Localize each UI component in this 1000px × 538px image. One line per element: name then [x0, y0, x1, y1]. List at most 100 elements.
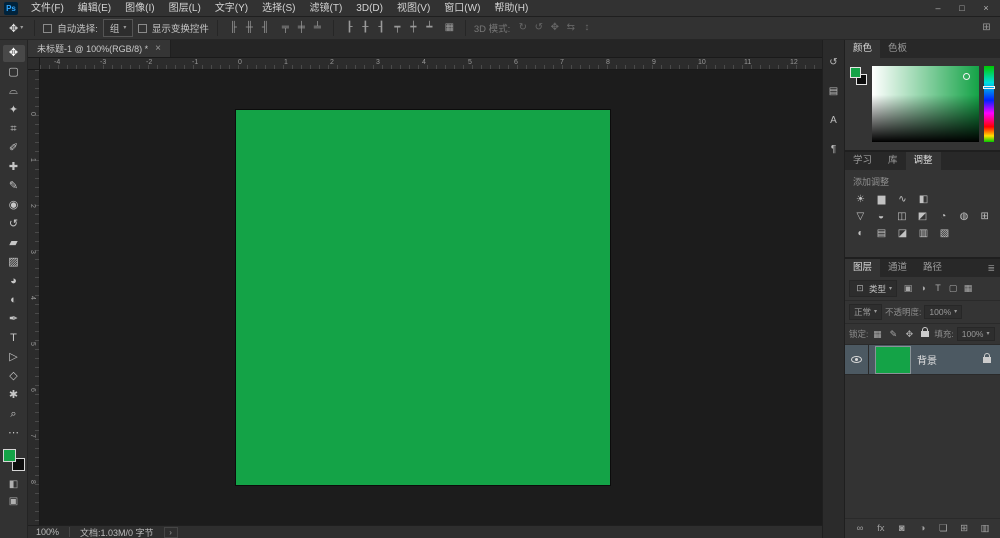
auto-select-dropdown[interactable]: 组 ▾ — [103, 19, 133, 37]
canvas-viewport[interactable] — [40, 70, 822, 525]
align-right-edges-icon[interactable]: ╢ — [258, 20, 273, 36]
tab-adjustments[interactable]: 调整 — [906, 152, 941, 170]
gradient-tool[interactable]: ▨ — [3, 254, 25, 271]
menu-image[interactable]: 图像(I) — [118, 0, 161, 17]
levels-icon[interactable]: ▆ — [874, 193, 889, 206]
dodge-tool[interactable]: ◐ — [3, 292, 25, 309]
align-bottom-edges-icon[interactable]: ╧ — [310, 20, 325, 36]
healing-brush-tool[interactable]: ✚ — [3, 159, 25, 176]
lasso-tool[interactable]: ⌓ — [3, 83, 25, 100]
delete-layer-icon[interactable]: ▥ — [979, 522, 991, 535]
clone-stamp-tool[interactable]: ◉ — [3, 197, 25, 214]
menu-file[interactable]: 文件(F) — [24, 0, 71, 17]
auto-align-icon[interactable]: ▦ — [442, 20, 457, 36]
menu-window[interactable]: 窗口(W) — [437, 0, 487, 17]
channel-mixer-icon[interactable]: ◍ — [957, 210, 972, 223]
exposure-icon[interactable]: ◧ — [916, 193, 931, 206]
quick-select-tool[interactable]: ✦ — [3, 102, 25, 119]
paragraph-panel-icon[interactable]: ¶ — [825, 141, 842, 157]
status-expand-button[interactable]: › — [164, 527, 178, 538]
color-balance-icon[interactable]: ◫ — [894, 210, 909, 223]
quick-mask-icon[interactable]: ◧ — [3, 476, 25, 493]
visibility-toggle[interactable] — [845, 345, 869, 374]
canvas-image[interactable] — [236, 110, 610, 485]
hue-saturation-icon[interactable]: ◒ — [874, 210, 889, 223]
close-icon[interactable]: × — [155, 43, 161, 54]
brightness-contrast-icon[interactable]: ☀ — [853, 193, 868, 206]
blend-mode-select[interactable]: 正常 ▾ — [849, 304, 882, 320]
layer-effects-icon[interactable]: fx — [875, 522, 887, 535]
new-layer-icon[interactable]: ⊞ — [958, 522, 970, 535]
ruler-corner[interactable] — [28, 58, 40, 70]
tool-preset-picker[interactable]: ✥ ▾ — [6, 21, 26, 36]
hue-slider[interactable] — [984, 66, 994, 142]
move-tool[interactable]: ✥ — [3, 45, 25, 62]
distribute-right-icon[interactable]: ┨ — [374, 20, 389, 36]
menu-type[interactable]: 文字(Y) — [208, 0, 255, 17]
shape-tool[interactable]: ◇ — [3, 368, 25, 385]
zoom-tool[interactable]: ⌕ — [3, 406, 25, 423]
align-top-edges-icon[interactable]: ╤ — [278, 20, 293, 36]
edit-toolbar-icon[interactable]: ⋯ — [3, 425, 25, 442]
lock-all-icon[interactable] — [921, 331, 929, 337]
tab-color[interactable]: 颜色 — [845, 40, 880, 58]
foreground-swatch[interactable] — [3, 449, 16, 462]
blur-tool[interactable]: ◕ — [3, 273, 25, 290]
invert-icon[interactable]: ◐ — [853, 227, 868, 240]
show-transform-checkbox[interactable] — [138, 24, 147, 33]
vertical-ruler[interactable]: 0123456789 — [28, 70, 40, 525]
layer-thumbnail[interactable] — [876, 347, 910, 373]
tab-layers[interactable]: 图层 — [845, 259, 880, 277]
filter-type-layers-icon[interactable]: T — [932, 282, 944, 295]
threshold-icon[interactable]: ◪ — [895, 227, 910, 240]
photo-filter-icon[interactable]: ◔ — [936, 210, 951, 223]
menu-filter[interactable]: 滤镜(T) — [303, 0, 350, 17]
crop-tool[interactable]: ⌗ — [3, 121, 25, 138]
layer-name[interactable]: 背景 — [917, 352, 981, 367]
tab-libraries[interactable]: 库 — [880, 152, 906, 170]
minimize-button[interactable]: – — [932, 3, 944, 13]
marquee-tool[interactable]: ▢ — [3, 64, 25, 81]
3d-roll-icon[interactable]: ↺ — [531, 20, 546, 36]
3d-pan-icon[interactable]: ✥ — [547, 20, 562, 36]
menu-select[interactable]: 选择(S) — [255, 0, 302, 17]
distribute-horizontal-icon[interactable]: ╂ — [358, 20, 373, 36]
saturation-square[interactable] — [872, 66, 979, 142]
workspace-icon[interactable]: ⊞ — [979, 20, 994, 36]
distribute-top-icon[interactable]: ┯ — [390, 20, 405, 36]
link-layers-icon[interactable]: ∞ — [854, 522, 866, 535]
filter-pixel-layers-icon[interactable]: ▣ — [902, 282, 914, 295]
3d-scale-icon[interactable]: ↕ — [579, 20, 594, 36]
new-group-icon[interactable]: ❏ — [937, 522, 949, 535]
posterize-icon[interactable]: ▤ — [874, 227, 889, 240]
type-tool[interactable]: T — [3, 330, 25, 347]
gradient-map-icon[interactable]: ▥ — [916, 227, 931, 240]
filter-smart-objects-icon[interactable]: ▦ — [962, 282, 974, 295]
align-left-edges-icon[interactable]: ╟ — [226, 20, 241, 36]
eraser-tool[interactable]: ▰ — [3, 235, 25, 252]
menu-layer[interactable]: 图层(L) — [162, 0, 208, 17]
hand-tool[interactable]: ✱ — [3, 387, 25, 404]
document-tab[interactable]: 未标题-1 @ 100%(RGB/8) * × — [28, 40, 171, 57]
color-lookup-icon[interactable]: ⊞ — [977, 210, 992, 223]
panel-menu-icon[interactable]: ≣ — [987, 263, 1000, 274]
auto-select-checkbox[interactable] — [43, 24, 52, 33]
tab-swatches[interactable]: 色板 — [880, 40, 915, 58]
layer-lock-icon[interactable] — [983, 357, 991, 363]
curves-icon[interactable]: ∿ — [895, 193, 910, 206]
vibrance-icon[interactable]: ▽ — [853, 210, 868, 223]
3d-slide-icon[interactable]: ⇆ — [563, 20, 578, 36]
close-button[interactable]: × — [980, 3, 992, 13]
fill-select[interactable]: 100% ▾ — [957, 327, 995, 341]
path-select-tool[interactable]: ▷ — [3, 349, 25, 366]
distribute-left-icon[interactable]: ┠ — [342, 20, 357, 36]
menu-help[interactable]: 帮助(H) — [487, 0, 535, 17]
layer-mask-icon[interactable]: ◙ — [896, 522, 908, 535]
brush-tool[interactable]: ✎ — [3, 178, 25, 195]
zoom-level-field[interactable]: 100% — [36, 527, 70, 537]
lock-pixels-icon[interactable]: ✎ — [887, 328, 899, 341]
screen-mode-icon[interactable]: ▣ — [3, 493, 25, 510]
menu-3d[interactable]: 3D(D) — [349, 0, 390, 17]
align-vertical-centers-icon[interactable]: ╪ — [294, 20, 309, 36]
pen-tool[interactable]: ✒ — [3, 311, 25, 328]
